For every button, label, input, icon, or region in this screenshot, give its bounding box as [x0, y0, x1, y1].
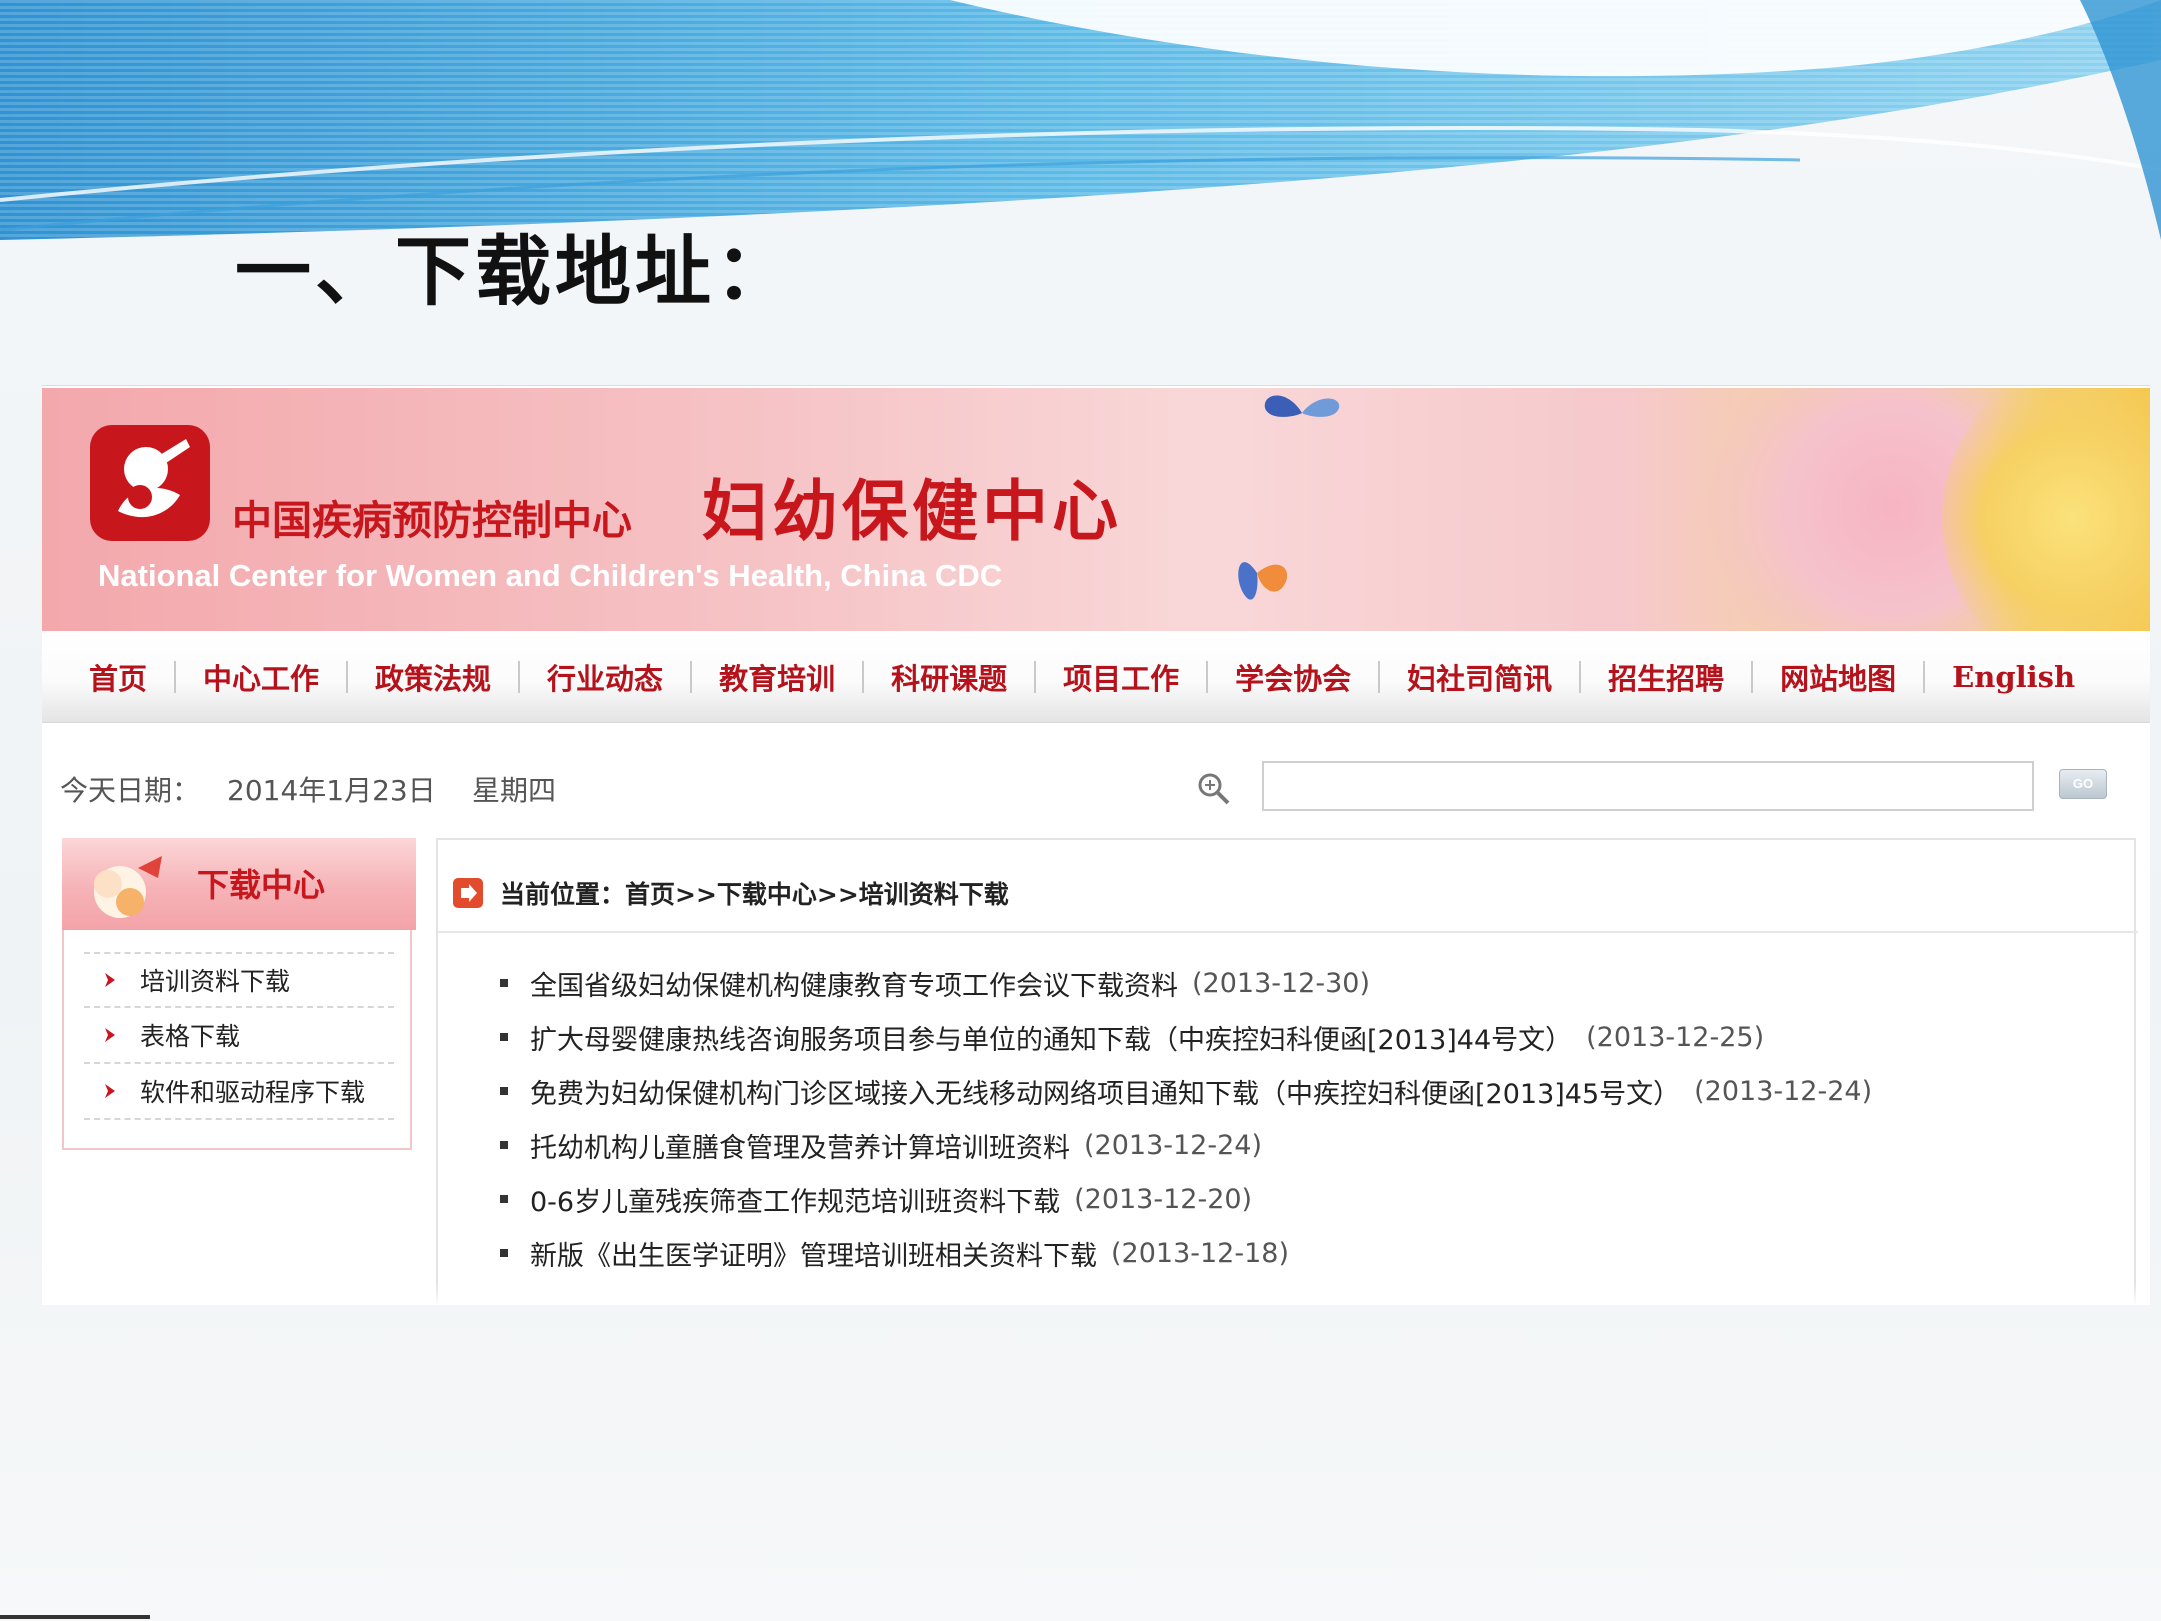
date-label: 今天日期：: [60, 774, 201, 807]
weekday: 星期四: [472, 774, 557, 807]
nav-recruitment[interactable]: 招生招聘: [1581, 656, 1751, 698]
list-item[interactable]: 新版《出生医学证明》管理培训班相关资料下载 (2013-12-18): [500, 1226, 2120, 1280]
bullet: [500, 1141, 508, 1149]
screenshot-cut-fade: [42, 1284, 2150, 1305]
document-list: 全国省级妇幼保健机构健康教育专项工作会议下载资料 (2013-12-30) 扩大母…: [500, 956, 2120, 1280]
nav-projects[interactable]: 项目工作: [1036, 656, 1206, 698]
main-nav: 首页 中心工作 政策法规 行业动态 教育培训 科研课题 项目工作 学会协会 妇社…: [42, 631, 2150, 723]
nav-policy[interactable]: 政策法规: [348, 656, 518, 698]
breadcrumb-row: 当前位置：首页>>下载中心>>培训资料下载: [438, 840, 2138, 933]
list-item[interactable]: 0-6岁儿童残疾筛查工作规范培训班资料下载 (2013-12-20): [500, 1172, 2120, 1226]
document-date: (2013-12-24): [1694, 1075, 1873, 1107]
document-title[interactable]: 0-6岁儿童残疾筛查工作规范培训班资料下载: [530, 1180, 1060, 1219]
banner-english-name: National Center for Women and Children's…: [98, 558, 1003, 593]
document-date: (2013-12-30): [1192, 967, 1370, 999]
butterfly-icon: [1264, 395, 1340, 417]
website-screenshot: 中国疾病预防控制中心 妇幼保健中心 National Center for Wo…: [42, 385, 2150, 1305]
sidebar-item-forms[interactable]: 表格下载: [84, 1008, 394, 1064]
footer-line: [0, 1615, 150, 1619]
nav-center-work[interactable]: 中心工作: [176, 656, 346, 698]
chevron-right-icon: [105, 973, 115, 987]
breadcrumb-label: 当前位置：: [500, 880, 626, 909]
document-date: (2013-12-20): [1074, 1183, 1253, 1215]
list-item[interactable]: 免费为妇幼保健机构门诊区域接入无线移动网络项目通知下载（中疾控妇科便函[2013…: [500, 1064, 2120, 1118]
chevron-right-icon: [105, 1084, 115, 1098]
sidebar-item-label[interactable]: 表格下载: [140, 1017, 240, 1053]
document-date: (2013-12-18): [1111, 1237, 1289, 1269]
document-title[interactable]: 托幼机构儿童膳食管理及营养计算培训班资料: [530, 1126, 1070, 1165]
nav-education[interactable]: 教育培训: [692, 656, 862, 698]
bullet: [500, 1033, 508, 1041]
flower-decoration-yellow: [1942, 388, 2150, 631]
chevron-right-icon: [105, 1028, 115, 1042]
nav-bulletin[interactable]: 妇社司简讯: [1380, 656, 1579, 698]
butterfly-icon: [1238, 562, 1288, 600]
sidebar: 下载中心 培训资料下载 表格下载 软件和驱动程序下载: [62, 838, 416, 1150]
sidebar-item-label[interactable]: 软件和驱动程序下载: [140, 1073, 365, 1109]
document-date: (2013-12-24): [1084, 1129, 1262, 1161]
sidebar-list: 培训资料下载 表格下载 软件和驱动程序下载: [84, 952, 394, 1120]
search-input[interactable]: [1262, 761, 2034, 811]
magnifier-icon[interactable]: [1194, 769, 1234, 809]
nav-industry-news[interactable]: 行业动态: [520, 656, 690, 698]
document-date: (2013-12-25): [1586, 1021, 1765, 1053]
site-banner: 中国疾病预防控制中心 妇幼保健中心 National Center for Wo…: [42, 388, 2150, 631]
document-title[interactable]: 扩大母婴健康热线咨询服务项目参与单位的通知下载（中疾控妇科便函[2013]44号…: [530, 1018, 1572, 1057]
bullet: [500, 1087, 508, 1095]
nav-association[interactable]: 学会协会: [1208, 656, 1378, 698]
slide-title: 一、下载地址：: [235, 227, 795, 316]
bullet: [500, 1249, 508, 1257]
sidebar-title: 下载中心: [197, 866, 326, 904]
sidebar-header: 下载中心: [62, 838, 416, 930]
document-title[interactable]: 全国省级妇幼保健机构健康教育专项工作会议下载资料: [530, 964, 1178, 1003]
list-item[interactable]: 全国省级妇幼保健机构健康教育专项工作会议下载资料 (2013-12-30): [500, 956, 2120, 1010]
bullet: [500, 979, 508, 987]
arrow-right-icon: [453, 878, 483, 908]
sidebar-item-training[interactable]: 培训资料下载: [84, 952, 394, 1008]
nav-sitemap[interactable]: 网站地图: [1753, 656, 1923, 698]
mother-child-logo-icon[interactable]: [90, 425, 210, 541]
go-button[interactable]: GO: [2059, 769, 2107, 799]
breadcrumb: 当前位置：首页>>下载中心>>培训资料下载: [500, 875, 1009, 911]
nav-research[interactable]: 科研课题: [864, 656, 1034, 698]
list-item[interactable]: 扩大母婴健康热线咨询服务项目参与单位的通知下载（中疾控妇科便函[2013]44号…: [500, 1010, 2120, 1064]
flower-icon: [94, 856, 162, 918]
nav-home[interactable]: 首页: [62, 656, 174, 698]
document-title[interactable]: 新版《出生医学证明》管理培训班相关资料下载: [530, 1234, 1097, 1273]
banner-center-name: 妇幼保健中心: [702, 472, 1122, 550]
nav-english[interactable]: English: [1925, 660, 2102, 694]
breadcrumb-path[interactable]: 首页>>下载中心>>培训资料下载: [625, 880, 1009, 909]
bullet: [500, 1195, 508, 1203]
document-title[interactable]: 免费为妇幼保健机构门诊区域接入无线移动网络项目通知下载（中疾控妇科便函[2013…: [530, 1072, 1680, 1111]
sidebar-item-label[interactable]: 培训资料下载: [140, 962, 290, 998]
banner-org-name: 中国疾病预防控制中心: [232, 497, 632, 544]
list-item[interactable]: 托幼机构儿童膳食管理及营养计算培训班资料 (2013-12-24): [500, 1118, 2120, 1172]
sidebar-item-software[interactable]: 软件和驱动程序下载: [84, 1064, 394, 1120]
info-bar: 今天日期： 2014年1月23日 星期四 GO: [42, 761, 2150, 821]
date-value: 2014年1月23日: [227, 774, 436, 807]
content-panel: 当前位置：首页>>下载中心>>培训资料下载 全国省级妇幼保健机构健康教育专项工作…: [436, 838, 2138, 1305]
